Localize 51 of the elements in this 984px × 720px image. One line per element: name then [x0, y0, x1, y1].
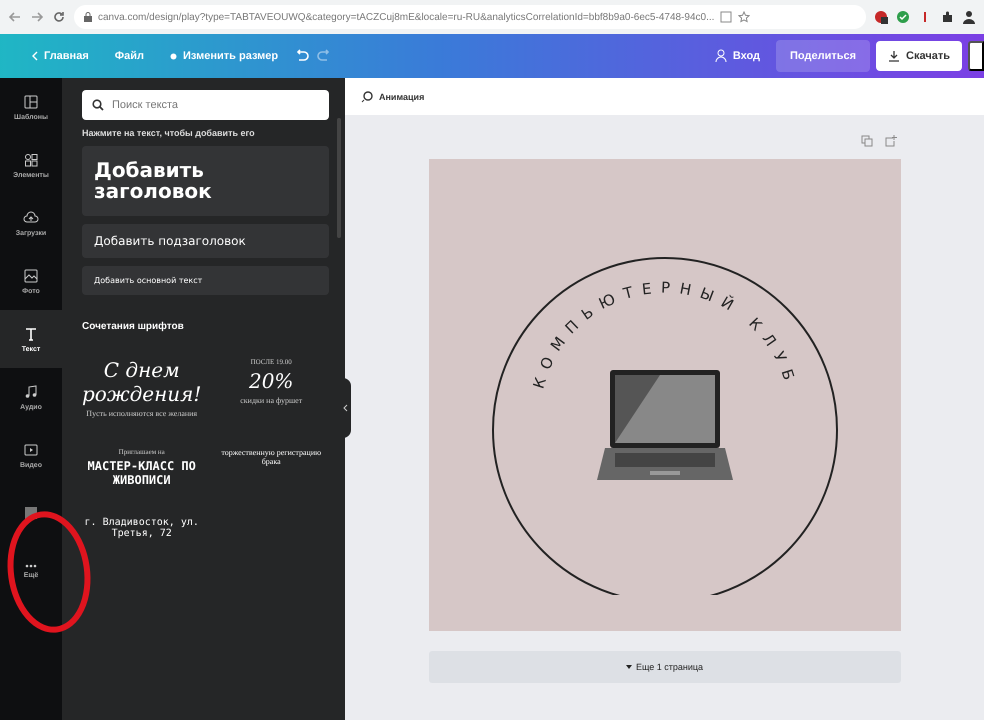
address-bar[interactable]: canva.com/design/play?type=TABTAVEOUWQ&category=tACZCuj8mE&locale=ru-RU&analyticsCorrelationId=bbf8b9a0-6ec5-4748-94c0...: [74, 5, 866, 29]
animation-button[interactable]: Анимация: [355, 90, 430, 104]
lock-icon: [84, 12, 92, 22]
chevron-left-icon: [342, 404, 348, 412]
download-icon: [888, 50, 900, 62]
combo-text: С днем рождения!: [82, 358, 202, 406]
toolbar-button[interactable]: [968, 41, 984, 71]
chevron-left-icon: [32, 51, 38, 61]
combo-text: Пусть исполняются все желания: [86, 409, 198, 418]
section-title: Сочетания шрифтов: [82, 321, 185, 332]
font-combination[interactable]: С днем рождения! Пусть исполняются все желания: [82, 358, 202, 418]
layout-icon: [23, 94, 39, 110]
add-subheading-button[interactable]: Добавить подзаголовок: [82, 224, 329, 258]
shapes-icon: [23, 152, 39, 168]
person-icon: [714, 49, 727, 63]
caret-icon: [626, 665, 632, 669]
video-icon: [23, 442, 39, 458]
image-icon: [23, 268, 39, 284]
search-icon: [92, 99, 104, 111]
reload-icon[interactable]: [52, 10, 66, 24]
profile-icon[interactable]: [962, 10, 976, 24]
animation-icon: [361, 90, 373, 102]
combo-text: скидки на фуршет: [240, 396, 302, 405]
search-field[interactable]: Поиск текста: [82, 90, 329, 120]
add-page-icon[interactable]: [884, 135, 896, 147]
font-combination[interactable]: торжественную регистрацию брака: [213, 448, 329, 487]
instruction-text: Нажмите на текст, чтобы добавить его: [82, 128, 256, 138]
url-text: canva.com/design/play?type=TABTAVEOUWQ&category=tACZCuj8mE&locale=ru-RU&analyticsCorrelationId=bbf8b9a0-6ec5-4748-94c0...: [98, 12, 714, 22]
login-button[interactable]: Вход: [704, 43, 770, 69]
puzzle-icon[interactable]: [940, 10, 954, 24]
extension-icon[interactable]: [874, 10, 888, 24]
forward-icon[interactable]: [30, 10, 44, 24]
cloud-upload-icon: [23, 210, 39, 226]
combo-text: МАСТЕР-КЛАСС ПО ЖИВОПИСИ: [86, 459, 197, 487]
music-note-icon: [23, 384, 39, 400]
share-button[interactable]: Поделиться: [776, 40, 870, 72]
install-icon[interactable]: [720, 11, 732, 23]
add-heading-button[interactable]: Добавить заголовок: [82, 146, 329, 216]
duplicate-icon[interactable]: [860, 135, 872, 147]
combo-text: 20%: [248, 369, 294, 393]
text-icon: [23, 326, 39, 342]
check-extension-icon[interactable]: [896, 10, 910, 24]
star-icon[interactable]: [738, 11, 750, 23]
undo-icon[interactable]: [294, 49, 310, 63]
more-icon: [25, 564, 37, 568]
back-icon[interactable]: [8, 10, 22, 24]
download-button[interactable]: Скачать: [876, 41, 962, 71]
font-combination[interactable]: г. Владивосток, ул. Третья, 72: [82, 517, 202, 539]
more-pages-button[interactable]: Еще 1 страница: [428, 651, 900, 683]
add-body-text-button[interactable]: Добавить основной текст: [82, 266, 329, 295]
crown-icon: [170, 52, 178, 60]
